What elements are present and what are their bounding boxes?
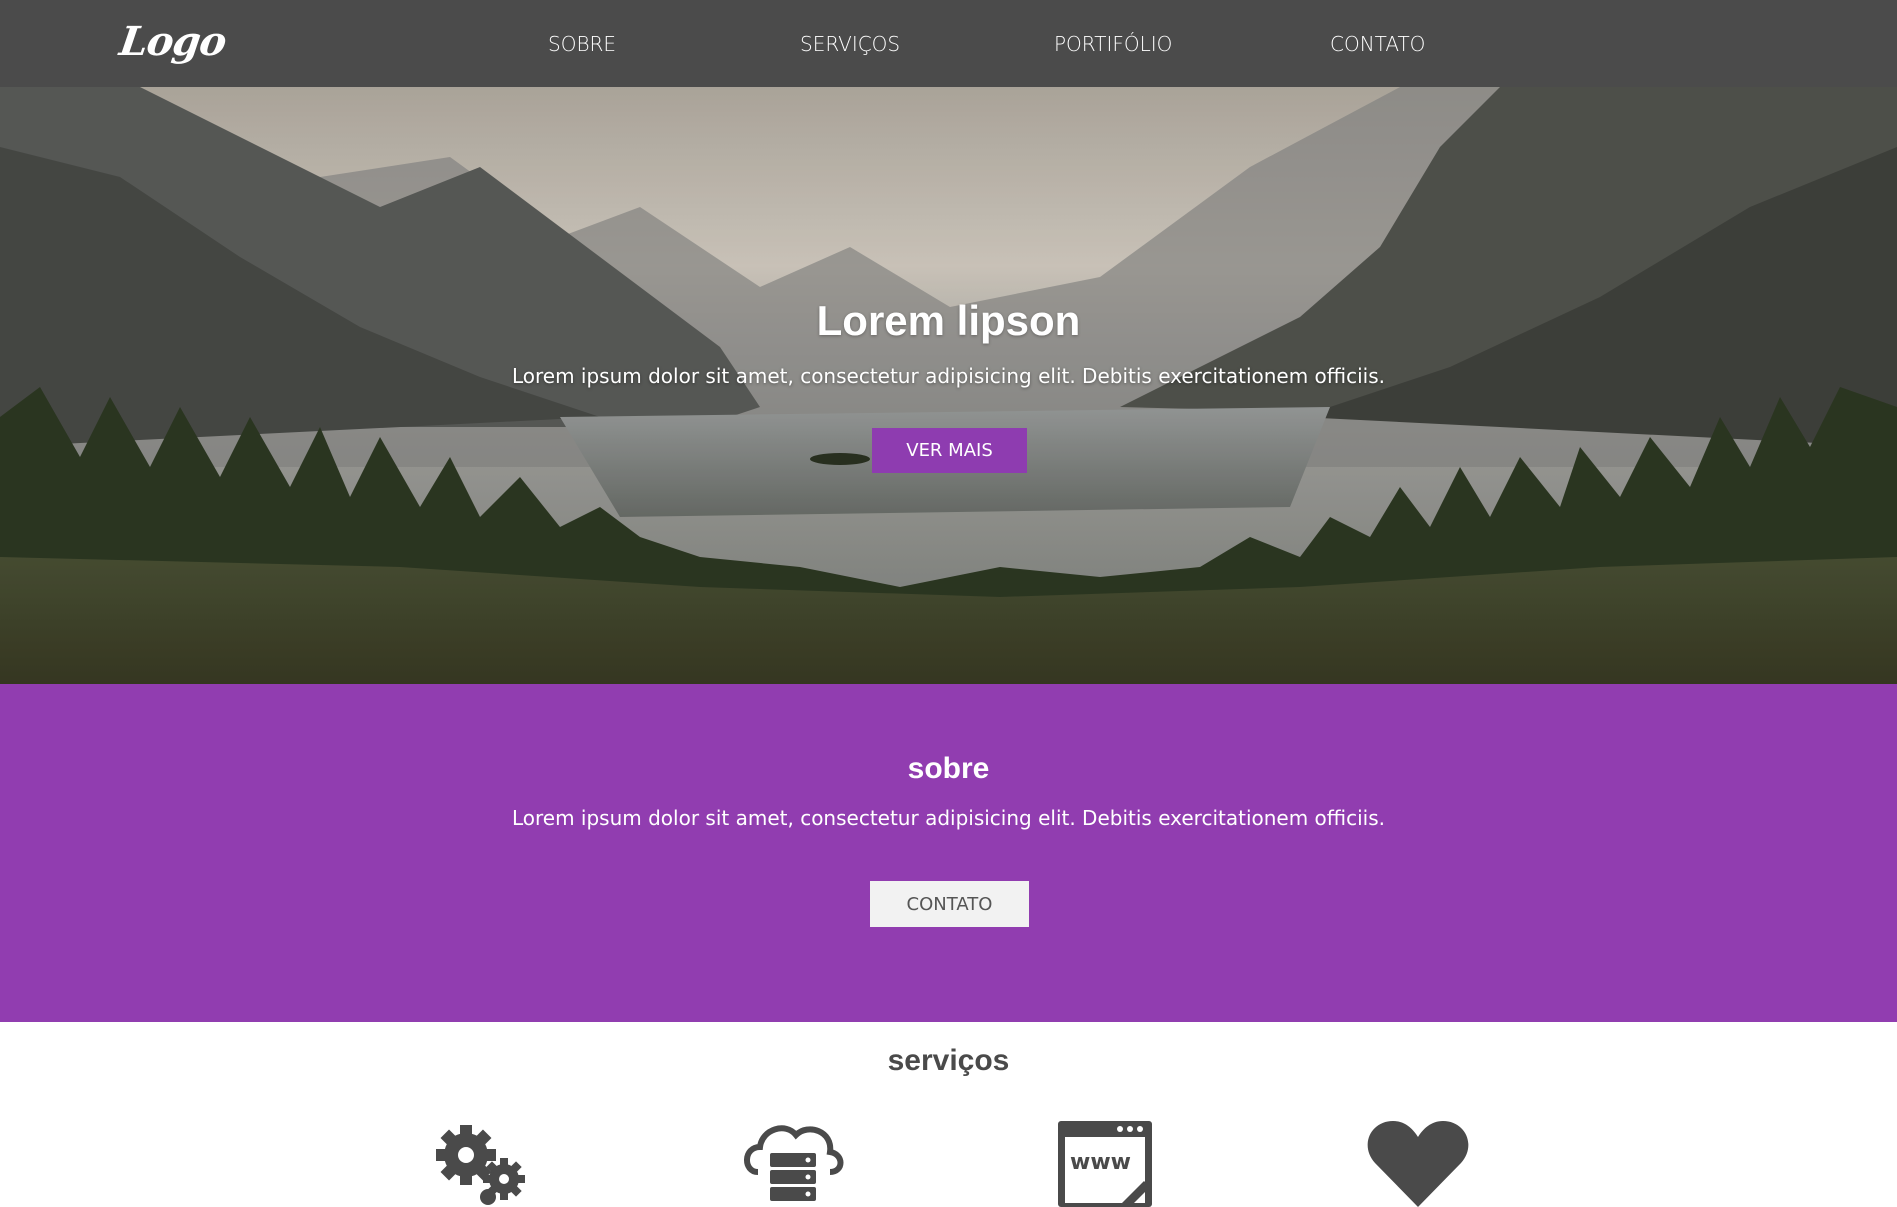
cloud-server-icon: [744, 1125, 844, 1201]
svg-text:www: www: [1070, 1150, 1131, 1175]
hero-subtitle: Lorem ipsum dolor sit amet, consectetur …: [511, 364, 1386, 388]
nav-link-servicos[interactable]: SERVIÇOS: [800, 32, 900, 56]
servicos-title: serviços: [887, 1044, 1010, 1077]
nav-link-sobre[interactable]: SOBRE: [548, 32, 616, 56]
www-browser-icon: www: [1058, 1121, 1152, 1207]
sobre-section: sobre Lorem ipsum dolor sit amet, consec…: [0, 684, 1897, 1022]
site-logo[interactable]: Logo: [117, 18, 229, 65]
heart-icon: [1367, 1121, 1469, 1207]
top-navbar: Logo SOBRE SERVIÇOS PORTIFÓLIO CONTATO: [0, 0, 1897, 87]
gears-icon: [436, 1125, 525, 1205]
hero-title: Lorem lipson: [816, 297, 1081, 344]
nav-link-portifolio[interactable]: PORTIFÓLIO: [1054, 32, 1172, 56]
sobre-text: Lorem ipsum dolor sit amet, consectetur …: [511, 806, 1386, 830]
sobre-title: sobre: [907, 752, 990, 785]
ver-mais-button[interactable]: VER MAIS: [872, 428, 1027, 473]
hero-banner: Lorem lipson Lorem ipsum dolor sit amet,…: [0, 87, 1897, 684]
servicos-section: serviços www: [0, 1022, 1897, 1207]
contato-button[interactable]: CONTATO: [870, 881, 1029, 927]
nav-link-contato[interactable]: CONTATO: [1330, 32, 1425, 56]
